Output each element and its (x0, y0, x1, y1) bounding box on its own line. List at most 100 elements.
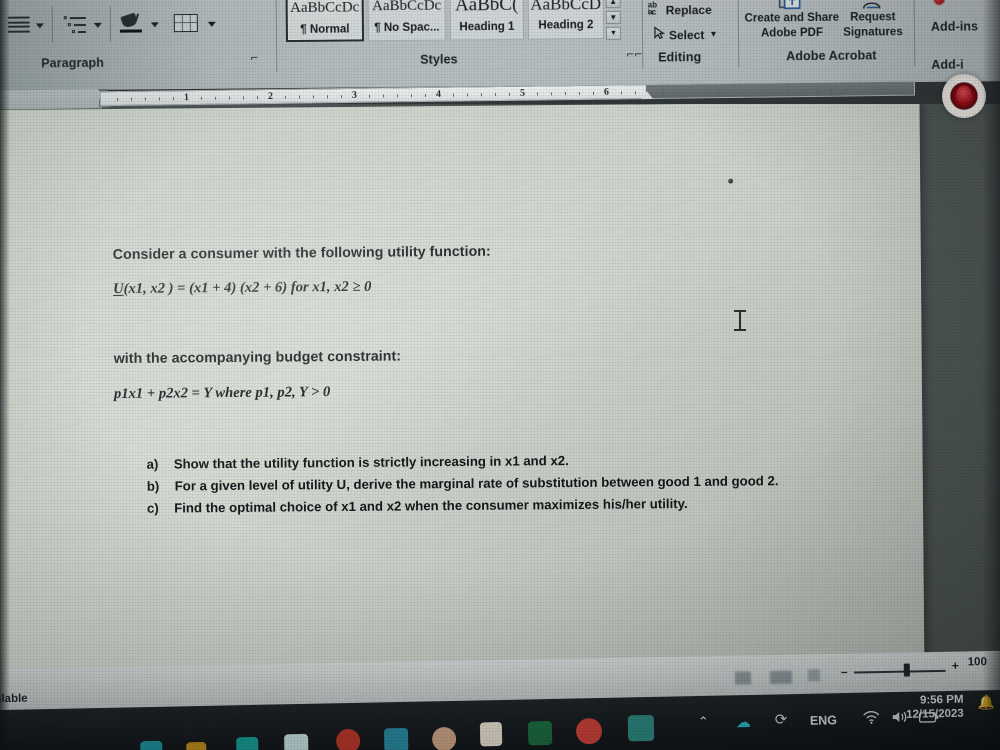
style-tile-heading-1[interactable]: AaBbC( Heading 1 (449, 0, 525, 41)
onedrive-icon[interactable]: ☁ (736, 713, 751, 731)
divider (913, 0, 916, 67)
app-1-icon[interactable] (140, 740, 163, 750)
question-label-b: b) (146, 478, 160, 494)
status-icon-3[interactable] (807, 669, 821, 682)
style-name: ¶ No Spac... (374, 21, 440, 35)
right-indent-marker[interactable] (640, 90, 654, 100)
paragraph-utility-function: U(x1, x2 ) = (x1 + 4) (x2 + 6) for x1, x… (113, 279, 371, 298)
shading-dropdown-caret-icon[interactable] (150, 22, 159, 28)
style-name: ¶ Normal (300, 23, 350, 36)
question-text-b: For a given level of utility U, derive t… (174, 473, 779, 494)
status-icon-2[interactable] (769, 670, 793, 685)
style-name: Heading 1 (459, 20, 515, 34)
style-preview: AaBbC( (454, 0, 519, 16)
chrome-icon[interactable] (575, 717, 603, 745)
styles-scroll-up-button[interactable]: ▲ (605, 0, 621, 8)
question-label-a: a) (146, 456, 159, 472)
select-dropdown-caret-icon[interactable]: ▾ (711, 29, 716, 40)
ribbon: Paragraph ⌐ AaBbCcDc ¶ Normal AaBbCcDc ¶… (0, 0, 1000, 91)
request-signatures-line1: Request (850, 11, 896, 24)
divider (275, 0, 278, 73)
sync-icon[interactable]: ⟳ (775, 710, 788, 728)
select-label[interactable]: Select (669, 28, 704, 42)
group-label-editing: Editing (658, 50, 702, 65)
app-8-icon[interactable] (479, 721, 503, 747)
app-7-icon[interactable] (431, 726, 457, 750)
question-text-a: Show that the utility function is strict… (173, 453, 569, 472)
ruler-outside-margin (645, 81, 915, 99)
style-preview: AaBbCcD (530, 0, 602, 14)
style-tile-heading-2[interactable]: AaBbCcD Heading 2 (527, 0, 605, 40)
zoom-slider-rail[interactable] (853, 669, 946, 674)
document-workspace: Consider a consumer with the following u… (0, 104, 1000, 684)
question-item-a: a) Show that the utility function is str… (147, 452, 569, 474)
editing-dialog-launcher[interactable]: ⌐ (634, 50, 645, 62)
utility-formula: (x1, x2 ) = (x1 + 4) (x2 + 6) for x1, x2… (123, 278, 372, 297)
style-tile-normal[interactable]: AaBbCcDc ¶ Normal (285, 0, 365, 43)
paragraph-intro: Consider a consumer with the following u… (112, 243, 491, 264)
ruler-number-1: 1 (183, 92, 190, 104)
create-share-pdf-label[interactable]: Create and Share Adobe PDF (742, 11, 842, 42)
question-item-c: c) Find the optimal choice of x1 and x2 … (147, 495, 688, 518)
question-label-c: c) (146, 500, 159, 516)
replace-label[interactable]: Replace (666, 3, 712, 17)
group-label-addins: Add-i (931, 57, 964, 72)
paragraph-dialog-launcher[interactable]: ⌐ (250, 53, 261, 65)
borders-dropdown-caret-icon[interactable] (207, 21, 216, 27)
text-cursor-icon (734, 310, 746, 332)
ruler-number-6: 6 (603, 86, 610, 98)
zoom-level-label[interactable]: 100 (968, 656, 987, 668)
status-icon-1[interactable] (734, 671, 752, 685)
screen-photo: Paragraph ⌐ AaBbCcDc ¶ Normal AaBbCcDc ¶… (0, 0, 1000, 750)
shading-icon[interactable] (119, 12, 146, 36)
addins-button-label[interactable]: Add-ins (931, 19, 978, 33)
document-page[interactable]: Consider a consumer with the following u… (0, 104, 925, 684)
style-preview: AaBbCcDc (290, 0, 360, 17)
excel-icon[interactable] (527, 720, 553, 746)
request-signatures-line2: Signatures (843, 26, 903, 39)
app-6-icon[interactable] (383, 727, 409, 750)
group-label-acrobat: Adobe Acrobat (786, 48, 877, 64)
camera-led-icon (933, 0, 945, 5)
zoom-out-button[interactable]: – (841, 665, 848, 679)
create-share-pdf-line2: Adobe PDF (760, 26, 824, 40)
group-label-paragraph: Paragraph (41, 55, 105, 71)
ruler-number-5: 5 (519, 87, 526, 99)
styles-scroll-down-button[interactable]: ▼ (605, 10, 621, 24)
replace-icon[interactable]: ab ʲac (648, 1, 657, 17)
app-4-icon[interactable] (284, 733, 309, 750)
zoom-slider-handle[interactable] (903, 663, 910, 677)
language-indicator[interactable]: ENG (810, 713, 837, 728)
question-text-c: Find the optimal choice of x1 and x2 whe… (174, 496, 688, 516)
request-signatures-label[interactable]: Request Signatures (834, 10, 912, 41)
divider (51, 6, 54, 43)
align-dropdown-caret-icon[interactable] (35, 23, 44, 29)
paragraph-budget-intro: with the accompanying budget constraint: (113, 348, 402, 368)
group-label-styles: Styles (420, 52, 458, 67)
show-hidden-icons-icon[interactable]: ⌃ (698, 715, 709, 730)
style-tile-no-spacing[interactable]: AaBbCcDc ¶ No Spac... (367, 0, 447, 42)
ruler-left-margin (0, 89, 103, 110)
screen-dust-speck (728, 178, 734, 184)
styles-more-button[interactable]: ▼ (605, 26, 622, 40)
zoom-in-button[interactable]: + (952, 659, 959, 673)
status-left-text: ilable (0, 692, 28, 706)
question-item-b: b) For a given level of utility U, deriv… (147, 472, 779, 496)
style-preview: AaBbCcDc (372, 0, 442, 15)
lens-flare-overlay (942, 74, 986, 118)
align-left-icon[interactable] (7, 16, 30, 35)
borders-icon[interactable] (173, 13, 198, 33)
notifications-icon[interactable]: 🔔 (977, 695, 995, 711)
clock-date: 12/15/2023 (906, 707, 964, 721)
app-3-icon[interactable] (236, 736, 259, 750)
ruler-number-2: 2 (267, 90, 274, 103)
style-name: Heading 2 (538, 19, 594, 32)
app-5-icon[interactable] (335, 728, 361, 750)
app-11-icon[interactable] (627, 714, 655, 742)
app-2-icon[interactable] (186, 741, 207, 750)
multilevel-list-dropdown-caret-icon[interactable] (93, 22, 102, 28)
utility-symbol: U (113, 280, 124, 298)
multilevel-list-icon[interactable] (63, 15, 88, 35)
select-icon[interactable] (654, 26, 666, 40)
clock[interactable]: 9:56 PM 12/15/2023 (873, 693, 964, 723)
